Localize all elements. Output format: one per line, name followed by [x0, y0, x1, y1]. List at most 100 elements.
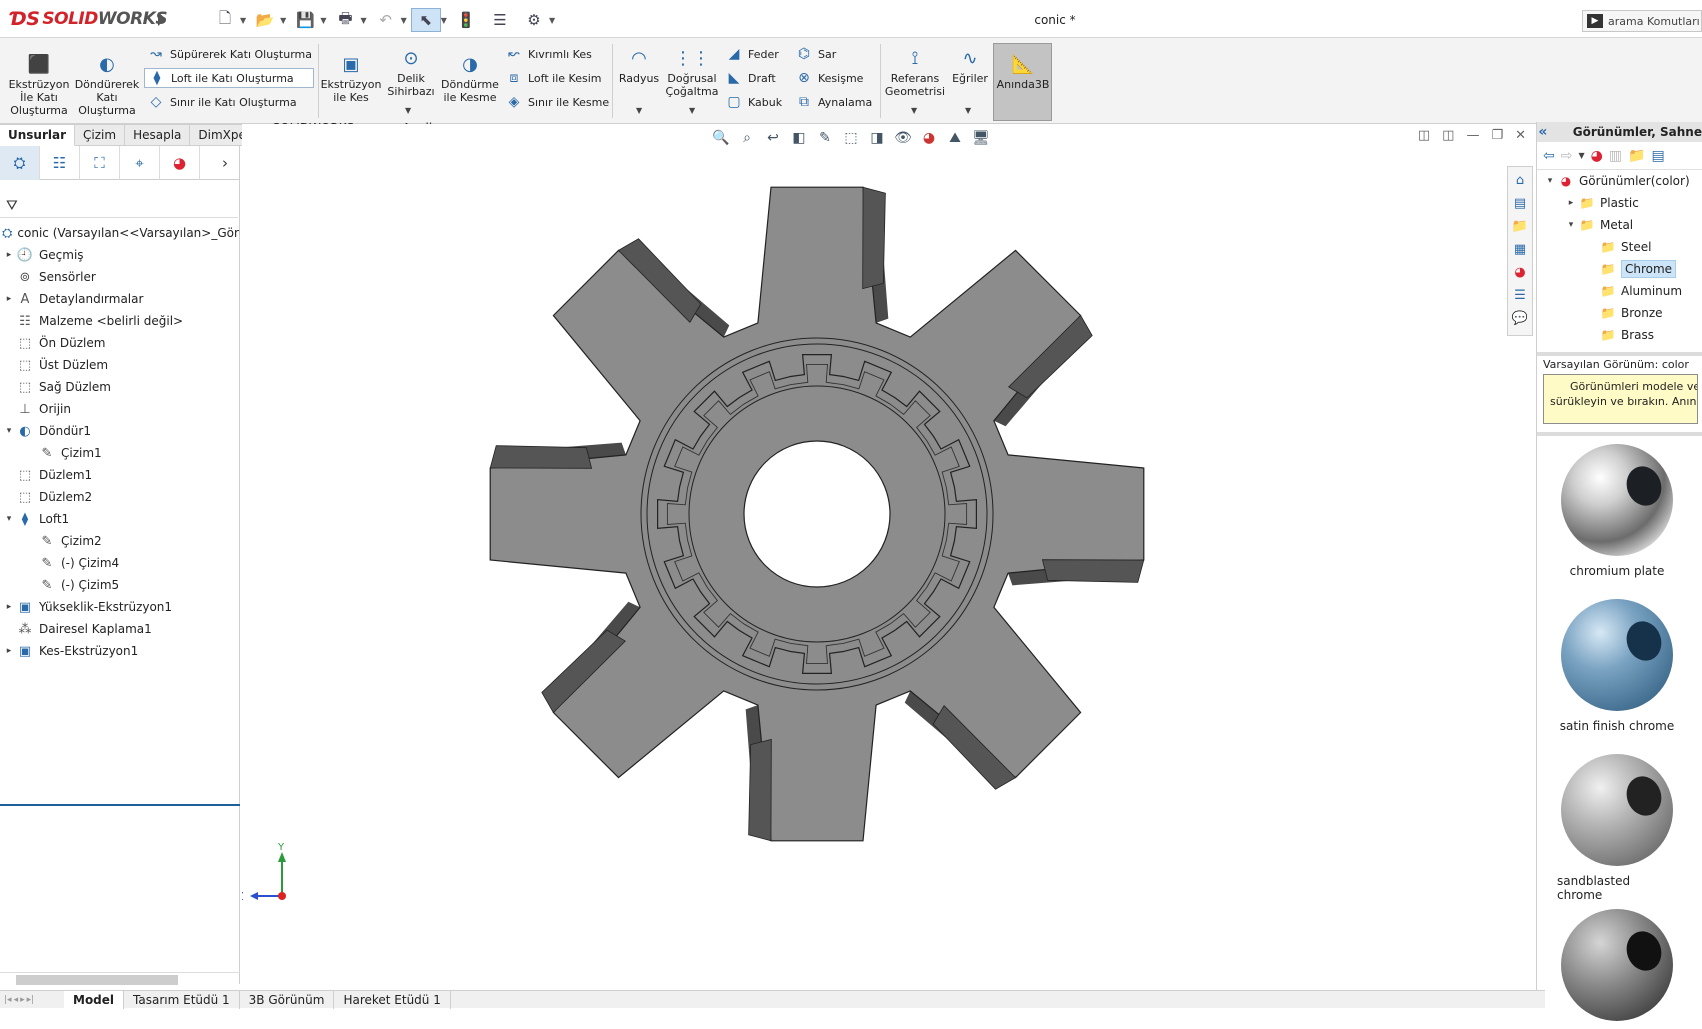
property-manager-tab-icon[interactable]: ☷ [40, 146, 80, 180]
next-tab-icon[interactable]: ▸ [20, 995, 25, 1005]
collapse-double-chevron-icon[interactable]: « [1537, 124, 1549, 140]
appearance-tree-item[interactable]: 📁 Brass [1537, 324, 1702, 346]
select-dropdown-icon[interactable]: ▼ [441, 16, 447, 25]
boundary-cut-button[interactable]: ◈ Sınır ile Kesme [502, 92, 612, 112]
tree-horizontal-scrollbar[interactable] [0, 972, 240, 986]
gear-model[interactable]: Y Z [242, 124, 1542, 990]
tree-item[interactable]: ⬚ Düzlem2 [0, 486, 240, 508]
tree-item[interactable]: ✎ (-) Çizim5 [0, 574, 240, 596]
graphics-area[interactable]: 🔍 ⌕ ↩ ◧ ✎ ⬚ ◨ 👁 ◕ ⛰ 🖥 ◫ ◫ — ❐ ✕ Y Z [242, 124, 1542, 990]
tree-item[interactable]: ▸ ▣ Kes-Ekstrüzyon1 [0, 640, 240, 662]
linear-pattern-dropdown-icon[interactable]: ▼ [689, 106, 695, 115]
hole-wizard-dropdown-icon[interactable]: ▼ [405, 106, 411, 115]
expand-arrow-icon[interactable]: ▾ [1564, 220, 1578, 230]
display-manager-tab-icon[interactable]: ◕ [160, 146, 200, 180]
appearance-tree-item[interactable]: 📁 Chrome [1537, 258, 1702, 280]
view-palette-icon[interactable]: ▦ [1510, 240, 1530, 259]
save-appearance-icon[interactable]: ▤ [1652, 148, 1665, 164]
feature-manager-tab-icon[interactable]: ⛭ [0, 146, 40, 180]
fillet-dropdown-icon[interactable]: ▼ [636, 106, 642, 115]
print-icon[interactable]: 🖶 [330, 8, 360, 32]
last-tab-icon[interactable]: ▸| [27, 995, 35, 1005]
first-tab-icon[interactable]: |◂ [4, 995, 12, 1005]
file-properties-icon[interactable]: ☰ [485, 8, 515, 32]
tree-item[interactable]: ✎ Çizim1 [0, 442, 240, 464]
extruded-cut-button[interactable]: ▣ Ekstrüzyon ile Kes [320, 52, 382, 104]
save-icon[interactable]: 💾 [290, 8, 320, 32]
material-swatch[interactable]: chromium plate [1557, 444, 1677, 578]
bottom-tab-3[interactable]: Hareket Etüdü 1 [334, 990, 451, 1009]
appearance-tree-item[interactable]: 📁 Bronze [1537, 302, 1702, 324]
fillet-button[interactable]: ◠ Radyus [614, 46, 664, 85]
tree-item[interactable]: ▾ ⧫ Loft1 [0, 508, 240, 530]
bottom-tab-1[interactable]: Tasarım Etüdü 1 [124, 990, 240, 1009]
extrude-boss-button[interactable]: ⬛ Ekstrüzyon İle Katı Oluşturma [8, 52, 70, 117]
add-folder-icon[interactable]: ▥ [1609, 148, 1622, 164]
tree-item[interactable]: ▸ ▣ Yükseklik-Ekstrüzyon1 [0, 596, 240, 618]
conic-gear-geometry[interactable] [489, 186, 1145, 842]
tree-item[interactable]: ⛭ conic (Varsayılan<<Varsayılan>_Görüntü [0, 222, 240, 244]
hole-wizard-button[interactable]: ⊙ Delik Sihirbazı [384, 46, 438, 98]
rollback-bar[interactable] [0, 804, 240, 806]
undo-icon[interactable]: ↶ [371, 8, 401, 32]
expand-arrow-icon[interactable]: ▾ [2, 514, 16, 524]
tree-item[interactable]: ✎ Çizim2 [0, 530, 240, 552]
save-dropdown-icon[interactable]: ▼ [320, 16, 326, 25]
new-document-icon[interactable]: 🗋 [210, 8, 240, 32]
lofted-cut-button[interactable]: ⧈ Loft ile Kesim [502, 68, 604, 88]
open-folder-icon[interactable]: 📂 [250, 8, 280, 32]
tree-item[interactable]: ⊚ Sensörler [0, 266, 240, 288]
tree-item[interactable]: ▾ ◐ Döndür1 [0, 420, 240, 442]
revolve-boss-button[interactable]: ◐ Döndürerek Katı Oluşturma [74, 52, 140, 117]
shell-button[interactable]: ▢ Kabuk [722, 92, 785, 112]
tree-item[interactable]: ⬚ Üst Düzlem [0, 354, 240, 376]
material-swatch[interactable] [1557, 909, 1677, 1029]
tree-item[interactable]: ▸ A Detaylandırmalar [0, 288, 240, 310]
instant3d-button[interactable]: 📐 Anında3B [994, 52, 1052, 91]
custom-properties-icon[interactable]: ☰ [1510, 286, 1530, 305]
scrollbar-thumb[interactable] [16, 975, 178, 985]
design-library-icon[interactable]: ▤ [1510, 194, 1530, 213]
tree-item[interactable]: ▸ 🕘 Geçmiş [0, 244, 240, 266]
swept-cut-button[interactable]: ↜ Kıvrımlı Kes [502, 44, 595, 64]
tree-item[interactable]: ✎ (-) Çizim4 [0, 552, 240, 574]
configuration-manager-tab-icon[interactable]: ⛶ [80, 146, 120, 180]
history-dropdown-icon[interactable]: ▼ [1578, 151, 1584, 160]
file-explorer-icon[interactable]: 📁 [1510, 217, 1530, 236]
tab-1[interactable]: Çizim [75, 124, 126, 146]
appearance-tree-item[interactable]: 📁 Steel [1537, 236, 1702, 258]
expand-arrow-icon[interactable]: ▸ [2, 602, 16, 612]
expand-arrow-icon[interactable]: ▸ [2, 646, 16, 656]
tree-item[interactable]: ⬚ Düzlem1 [0, 464, 240, 486]
curves-dropdown-icon[interactable]: ▼ [965, 106, 971, 115]
appearance-tree-item[interactable]: ▸ 📁 Plastic [1537, 192, 1702, 214]
tree-item[interactable]: ⬚ Sağ Düzlem [0, 376, 240, 398]
tree-item[interactable]: ☷ Malzeme <belirli değil> [0, 310, 240, 332]
expand-arrow-icon[interactable]: ▾ [2, 426, 16, 436]
new-dropdown-icon[interactable]: ▼ [240, 16, 246, 25]
undo-dropdown-icon[interactable]: ▼ [401, 16, 407, 25]
material-swatch[interactable]: sandblasted chrome [1557, 754, 1677, 902]
rebuild-traffic-light-icon[interactable]: 🚦 [451, 8, 481, 32]
new-folder-icon[interactable]: 📁 [1628, 148, 1645, 164]
appearance-tree-item[interactable]: ▾ ◕ Görünümler(color) [1537, 170, 1702, 192]
rib-button[interactable]: ◢ Feder [722, 44, 782, 64]
home-icon[interactable]: ⌂ [1510, 171, 1530, 190]
appearance-tree-item[interactable]: ▾ 📁 Metal [1537, 214, 1702, 236]
linear-pattern-button[interactable]: ⋮⋮ Doğrusal Çoğaltma [666, 46, 719, 98]
appearance-library-icon[interactable]: ◕ [1591, 148, 1603, 164]
print-dropdown-icon[interactable]: ▼ [360, 16, 366, 25]
intersect-button[interactable]: ⊗ Kesişme [792, 68, 866, 88]
back-icon[interactable]: ⇦ [1543, 148, 1555, 164]
bottom-tab-0[interactable]: Model [64, 990, 125, 1009]
tree-filter-icon[interactable]: ⛛ [0, 194, 238, 218]
draft-button[interactable]: ◣ Draft [722, 68, 779, 88]
mirror-button[interactable]: ⧉ Aynalama [792, 92, 875, 112]
appearance-tree-item[interactable]: 📁 Aluminum [1537, 280, 1702, 302]
tab-0[interactable]: Unsurlar [0, 124, 76, 146]
expand-arrow-icon[interactable]: ▸ [2, 250, 16, 260]
options-gear-icon[interactable]: ⚙ [519, 8, 549, 32]
prev-tab-icon[interactable]: ◂ [14, 995, 19, 1005]
forum-icon[interactable]: 💬 [1510, 309, 1530, 328]
expand-arrow-icon[interactable]: ▸ [2, 294, 16, 304]
